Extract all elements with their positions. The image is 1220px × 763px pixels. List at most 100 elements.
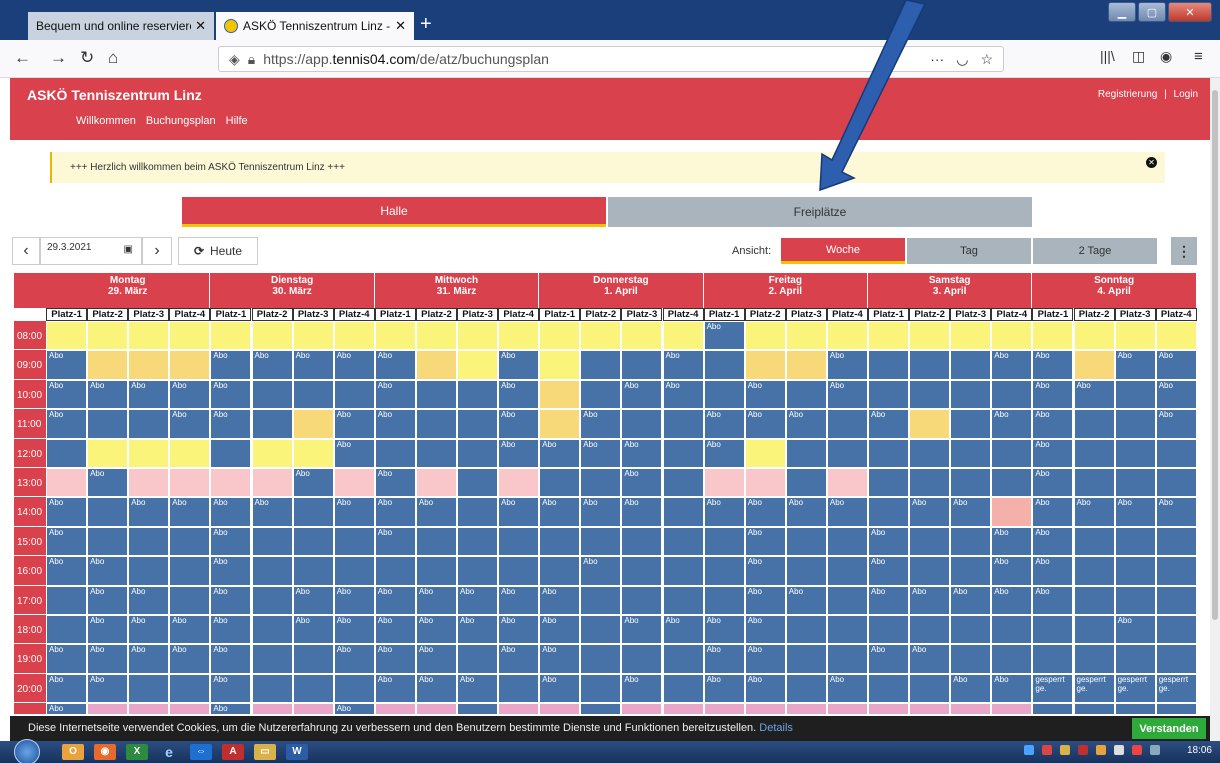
close-notice-icon[interactable]: ✕ bbox=[1146, 157, 1157, 168]
next-week-button[interactable]: › bbox=[142, 237, 172, 265]
free-slot[interactable] bbox=[169, 703, 211, 714]
booked-slot[interactable]: Abo bbox=[210, 644, 252, 674]
booked-slot[interactable] bbox=[333, 379, 375, 410]
free-slot[interactable] bbox=[1114, 321, 1156, 351]
free-slot[interactable] bbox=[87, 321, 129, 351]
booked-slot[interactable] bbox=[580, 350, 622, 380]
booked-slot[interactable]: Abo bbox=[826, 497, 868, 527]
booked-slot[interactable] bbox=[950, 409, 992, 439]
booked-slot[interactable]: Abo bbox=[333, 438, 375, 468]
booked-slot[interactable] bbox=[785, 644, 827, 674]
booked-slot[interactable]: Abo bbox=[621, 497, 663, 527]
booked-slot[interactable] bbox=[1155, 438, 1197, 468]
booked-slot[interactable]: Abo bbox=[292, 468, 334, 498]
booked-slot[interactable]: Abo bbox=[1114, 350, 1156, 380]
free-slot[interactable] bbox=[169, 468, 211, 498]
booked-slot[interactable] bbox=[1114, 585, 1156, 615]
booked-slot[interactable] bbox=[1155, 703, 1197, 714]
booked-slot[interactable]: Abo bbox=[580, 556, 622, 586]
booked-slot[interactable]: Abo bbox=[46, 409, 88, 439]
booked-slot[interactable] bbox=[1155, 615, 1197, 645]
booked-slot[interactable]: Abo bbox=[826, 350, 868, 380]
booked-slot[interactable] bbox=[662, 644, 704, 674]
booked-slot[interactable] bbox=[169, 556, 211, 586]
booked-slot[interactable] bbox=[662, 497, 704, 527]
booked-slot[interactable] bbox=[621, 409, 663, 439]
booked-slot[interactable]: Abo bbox=[703, 321, 745, 351]
booked-slot[interactable]: Abo bbox=[826, 379, 868, 410]
booked-slot[interactable]: Abo bbox=[909, 585, 951, 615]
booked-slot[interactable]: Abo bbox=[87, 673, 129, 704]
booked-slot[interactable]: Abo bbox=[498, 585, 540, 615]
free-slot[interactable] bbox=[498, 321, 540, 351]
booked-slot[interactable]: Abo bbox=[87, 615, 129, 645]
booked-slot[interactable] bbox=[46, 585, 88, 615]
free-slot[interactable] bbox=[1073, 321, 1115, 351]
booked-slot[interactable]: Abo bbox=[292, 585, 334, 615]
teamviewer-icon[interactable]: ⇔ bbox=[190, 744, 212, 760]
booked-slot[interactable] bbox=[826, 615, 868, 645]
booked-slot[interactable] bbox=[785, 468, 827, 498]
booked-slot[interactable] bbox=[950, 438, 992, 468]
booked-slot[interactable]: Abo bbox=[539, 585, 581, 615]
register-link[interactable]: Registrierung bbox=[1098, 89, 1157, 100]
booked-slot[interactable] bbox=[1073, 703, 1115, 714]
booked-slot[interactable]: Abo bbox=[374, 379, 416, 410]
booked-slot[interactable]: Abo bbox=[210, 526, 252, 557]
booked-slot[interactable]: Abo bbox=[128, 644, 170, 674]
booked-slot[interactable]: gesperrt ge. bbox=[1073, 673, 1115, 704]
booked-slot[interactable]: Abo bbox=[785, 585, 827, 615]
booked-slot[interactable] bbox=[1032, 644, 1074, 674]
booked-slot[interactable] bbox=[785, 673, 827, 704]
booked-slot[interactable] bbox=[1073, 644, 1115, 674]
booked-slot[interactable] bbox=[580, 379, 622, 410]
booked-slot[interactable]: Abo bbox=[991, 350, 1033, 380]
booked-slot[interactable]: Abo bbox=[333, 350, 375, 380]
booked-slot[interactable]: Abo bbox=[415, 497, 457, 527]
booked-slot[interactable]: Abo bbox=[868, 585, 910, 615]
login-link[interactable]: Login bbox=[1174, 89, 1198, 100]
cookie-details-link[interactable]: Details bbox=[759, 722, 793, 734]
free-slot[interactable] bbox=[991, 321, 1033, 351]
booked-slot[interactable] bbox=[662, 556, 704, 586]
free-slot[interactable] bbox=[868, 703, 910, 714]
booked-slot[interactable]: Abo bbox=[950, 673, 992, 704]
booked-slot[interactable]: Abo bbox=[1032, 409, 1074, 439]
booked-slot[interactable]: gesperrt ge. bbox=[1114, 673, 1156, 704]
booked-slot[interactable] bbox=[580, 468, 622, 498]
booked-slot[interactable] bbox=[1073, 468, 1115, 498]
booked-slot[interactable] bbox=[868, 497, 910, 527]
free-slot[interactable] bbox=[415, 468, 457, 498]
booked-slot[interactable]: Abo bbox=[621, 379, 663, 410]
view-tag-button[interactable]: Tag bbox=[907, 238, 1031, 264]
booked-slot[interactable] bbox=[703, 350, 745, 380]
free-slot[interactable] bbox=[415, 350, 457, 380]
booked-slot[interactable] bbox=[251, 379, 293, 410]
booked-slot[interactable] bbox=[498, 556, 540, 586]
booked-slot[interactable] bbox=[539, 468, 581, 498]
free-slot[interactable] bbox=[539, 350, 581, 380]
free-slot[interactable] bbox=[169, 438, 211, 468]
booked-slot[interactable] bbox=[991, 438, 1033, 468]
booked-slot[interactable] bbox=[87, 409, 129, 439]
booked-slot[interactable] bbox=[457, 497, 499, 527]
booked-slot[interactable]: Abo bbox=[1155, 379, 1197, 410]
booked-slot[interactable] bbox=[950, 468, 992, 498]
booked-slot[interactable]: Abo bbox=[498, 615, 540, 645]
booked-slot[interactable] bbox=[1114, 438, 1156, 468]
booked-slot[interactable]: Abo bbox=[868, 556, 910, 586]
booked-slot[interactable]: Abo bbox=[498, 497, 540, 527]
booked-slot[interactable] bbox=[415, 409, 457, 439]
booked-slot[interactable]: Abo bbox=[210, 556, 252, 586]
booked-slot[interactable]: Abo bbox=[333, 703, 375, 714]
free-slot[interactable] bbox=[826, 468, 868, 498]
booked-slot[interactable] bbox=[580, 703, 622, 714]
booked-slot[interactable]: Abo bbox=[498, 438, 540, 468]
free-slot[interactable] bbox=[374, 321, 416, 351]
booked-slot[interactable]: Abo bbox=[210, 615, 252, 645]
booked-slot[interactable]: Abo bbox=[333, 644, 375, 674]
booked-slot[interactable]: Abo bbox=[662, 379, 704, 410]
booked-slot[interactable] bbox=[251, 585, 293, 615]
booked-slot[interactable]: Abo bbox=[991, 673, 1033, 704]
booked-slot[interactable]: gesperrt ge. bbox=[1032, 673, 1074, 704]
